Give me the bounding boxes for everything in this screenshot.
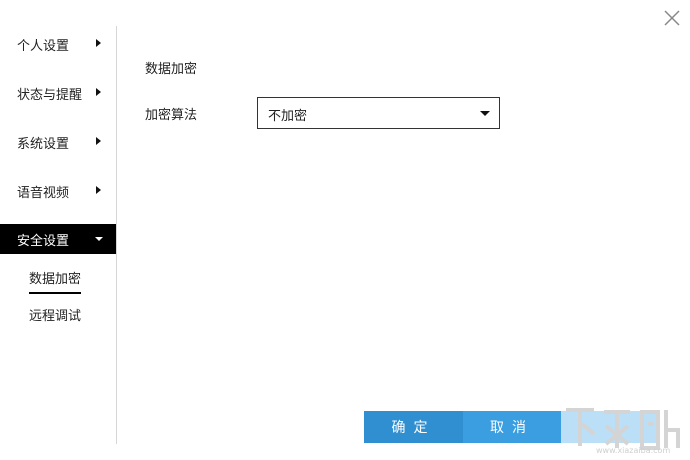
sidebar-item-security[interactable]: 安全设置 [0,224,116,254]
watermark-url: www.xiazaiba.com [596,446,671,455]
sidebar-item-label: 系统设置 [17,136,70,152]
sub-item-data-encryption[interactable]: 数据加密 [29,271,82,294]
triangle-right-icon [96,186,101,194]
caret-down-icon [480,111,490,116]
triangle-down-icon [95,237,103,241]
sidebar-item-label: 安全设置 [17,233,70,249]
ok-button[interactable]: 确定 [364,411,463,443]
cancel-button[interactable]: 取消 [463,411,561,443]
select-value: 不加密 [268,109,308,124]
sidebar-item-system[interactable]: 系统设置 [0,127,116,157]
close-icon [664,10,680,26]
close-button[interactable] [660,6,684,30]
section-title: 数据加密 [145,62,198,77]
encryption-algorithm-select[interactable]: 不加密 [257,97,500,129]
triangle-right-icon [96,39,101,47]
settings-window: 个人设置 状态与提醒 系统设置 语音视频 安全设置 数据加密 远程调试 数据加密… [0,0,690,460]
triangle-right-icon [96,88,101,96]
sidebar-item-personal[interactable]: 个人设置 [0,29,116,59]
sub-item-remote-debug[interactable]: 远程调试 [29,308,81,326]
algorithm-label: 加密算法 [145,108,198,123]
sidebar-item-voice-video[interactable]: 语音视频 [0,176,116,206]
triangle-right-icon [96,137,101,145]
sidebar-item-label: 状态与提醒 [17,87,83,103]
sidebar-item-label: 个人设置 [17,38,70,54]
sidebar-item-status-reminder[interactable]: 状态与提醒 [0,78,116,108]
sidebar-item-label: 语音视频 [17,185,70,201]
settings-sidebar: 个人设置 状态与提醒 系统设置 语音视频 安全设置 数据加密 远程调试 [0,26,117,444]
